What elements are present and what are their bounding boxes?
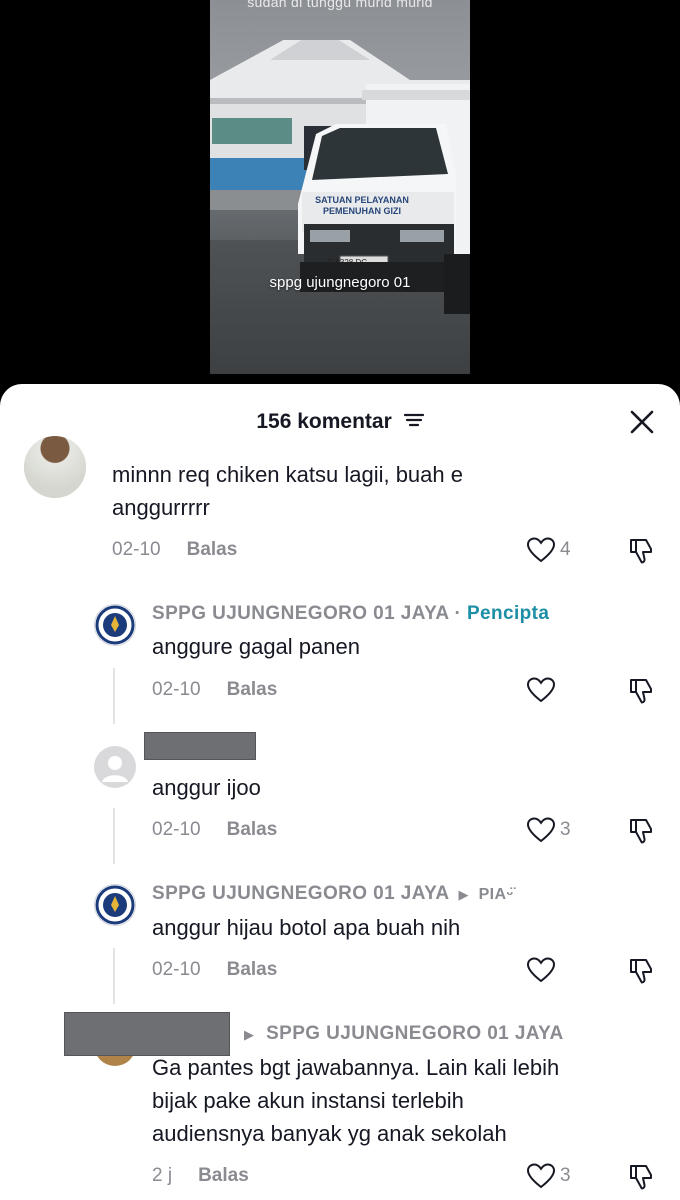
comment-text: Ga pantes bgt jawabannya. Lain kali lebi… <box>152 1051 672 1150</box>
comment-count-label: 156 komentar <box>256 410 392 433</box>
reply-arrow-icon: ▶ <box>458 887 469 902</box>
comment-text: minnn req chiken katsu lagii, buah e ang… <box>112 458 632 524</box>
author-name[interactable]: SPPG UJUNGNEGORO 01 JAYA <box>152 883 449 904</box>
comment-count-title[interactable]: 156 komentar <box>0 410 680 434</box>
license-plate: G 8328 DC <box>326 258 368 267</box>
comment-author[interactable]: SPPG UJUNGNEGORO 01 JAYA · Pencipta <box>152 603 549 625</box>
heart-icon <box>526 677 556 703</box>
reply-button[interactable]: Balas <box>187 539 238 560</box>
heart-icon <box>526 537 556 563</box>
dislike-icon[interactable] <box>626 676 656 706</box>
comment-meta: 02-10 Balas <box>152 819 277 841</box>
comment-date: 2 j <box>152 1165 173 1186</box>
default-avatar[interactable] <box>94 746 136 788</box>
like-button[interactable]: 3 <box>526 816 571 844</box>
like-count: 3 <box>560 1165 571 1186</box>
thread-line <box>113 948 115 1004</box>
comment-text-line: bijak pake akun instansi terlebih <box>152 1088 464 1113</box>
video-frame[interactable]: SATUAN PELAYANAN PEMENUHAN GIZI G 8328 D… <box>210 0 470 374</box>
comment-text: anggur ijoo <box>152 775 261 800</box>
heart-icon <box>526 817 556 843</box>
reply-button[interactable]: Balas <box>198 1165 249 1186</box>
creator-avatar[interactable] <box>94 884 136 926</box>
comment-text-line: anggurrrrr <box>112 495 210 520</box>
comment-text-line: audiensnya banyak yg anak sekolah <box>152 1121 507 1146</box>
dislike-icon[interactable] <box>626 816 656 846</box>
like-button[interactable]: 4 <box>526 536 571 564</box>
comments-header: 156 komentar <box>0 384 680 460</box>
reply-button[interactable]: Balas <box>227 679 278 700</box>
comment-date: 02-10 <box>152 679 201 700</box>
video-caption-location: sppg ujungnegoro 01 <box>269 274 411 291</box>
like-count: 4 <box>560 539 571 560</box>
comment-meta: 02-10 Balas <box>152 959 277 981</box>
separator-dot: · <box>454 603 462 624</box>
comment-date: 02-10 <box>152 819 201 840</box>
dislike-icon[interactable] <box>626 1162 656 1192</box>
van-label-line1: SATUAN PELAYANAN <box>315 195 409 205</box>
creator-avatar[interactable] <box>94 604 136 646</box>
video-caption-top: sudah di tunggu murid murid <box>247 0 433 10</box>
like-count: 3 <box>560 819 571 840</box>
like-button[interactable]: 3 <box>526 1162 571 1190</box>
dislike-icon[interactable] <box>626 536 656 566</box>
comment-text: anggur hijau botol apa buah nih <box>152 915 461 940</box>
heart-icon <box>526 957 556 983</box>
comments-sheet: 156 komentar minnn req chiken katsu lagi… <box>0 384 680 1200</box>
dislike-icon[interactable] <box>626 956 656 986</box>
reply-button[interactable]: Balas <box>227 959 278 980</box>
comment-date: 02-10 <box>112 539 161 560</box>
redacted-username <box>144 732 256 760</box>
thread-line <box>113 808 115 864</box>
reply-to-name[interactable]: PIAᵕ̈ <box>479 886 514 903</box>
redacted-username <box>64 1012 230 1056</box>
comment-meta: 02-10 Balas <box>112 539 237 561</box>
thread-line <box>113 668 115 724</box>
comment-meta: 02-10 Balas <box>152 679 277 701</box>
creator-badge: Pencipta <box>466 603 550 624</box>
like-button[interactable] <box>526 676 560 704</box>
comment-text-line: minnn req chiken katsu lagii, buah e <box>112 462 463 487</box>
avatar[interactable] <box>24 436 86 498</box>
comment-text-line: Ga pantes bgt jawabannya. Lain kali lebi… <box>152 1055 560 1080</box>
like-button[interactable] <box>526 956 560 984</box>
close-icon[interactable] <box>628 408 656 436</box>
comment-text: anggure gagal panen <box>152 634 360 659</box>
van-label-line2: PEMENUHAN GIZI <box>322 206 401 216</box>
reply-arrow-icon: ▶ <box>244 1027 255 1042</box>
reply-to-name[interactable]: SPPG UJUNGNEGORO 01 JAYA <box>266 1023 564 1044</box>
video-player[interactable]: SATUAN PELAYANAN PEMENUHAN GIZI G 8328 D… <box>0 0 680 400</box>
bgn-logo-icon <box>95 605 135 645</box>
comment-author[interactable]: SPPG UJUNGNEGORO 01 JAYA ▶ PIAᵕ̈ <box>152 883 513 905</box>
reply-button[interactable]: Balas <box>227 819 278 840</box>
comment-date: 02-10 <box>152 959 201 980</box>
sort-lines-icon[interactable] <box>403 412 424 428</box>
comment-meta: 2 j Balas <box>152 1165 249 1187</box>
comment-author[interactable]: ▶ SPPG UJUNGNEGORO 01 JAYA <box>244 1023 564 1045</box>
user-silhouette-icon <box>102 756 128 782</box>
van-label: SATUAN PELAYANAN PEMENUHAN GIZI <box>302 195 422 217</box>
author-name[interactable]: SPPG UJUNGNEGORO 01 JAYA <box>152 603 449 624</box>
bgn-logo-icon <box>95 885 135 925</box>
heart-icon <box>526 1163 556 1189</box>
